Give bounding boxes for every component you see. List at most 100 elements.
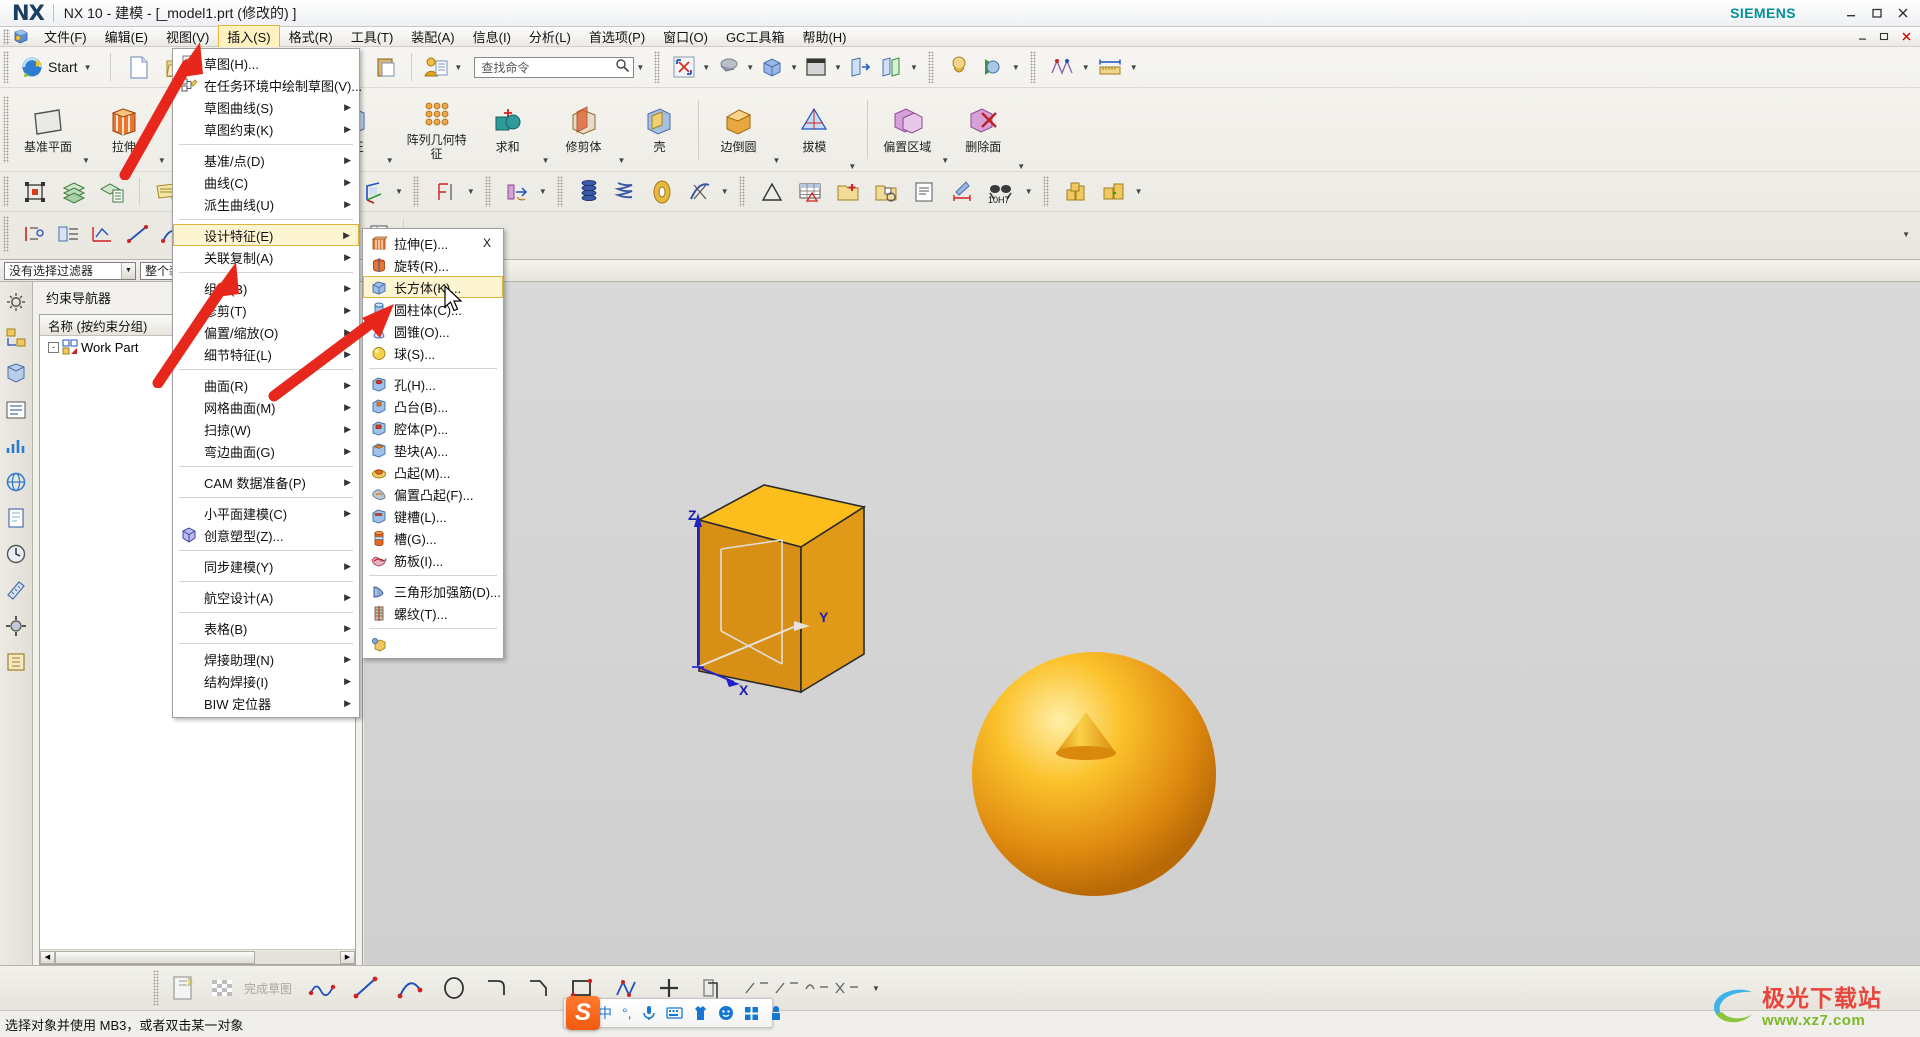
zoom-icon[interactable]	[712, 55, 744, 79]
menu-item-help[interactable]: 帮助(H)	[793, 25, 855, 48]
toolbar-grip[interactable]	[3, 175, 9, 208]
sketch-overflow-chevron-down-icon[interactable]: ▼	[872, 984, 880, 993]
menu-item-sketch[interactable]: 草图(H)...	[173, 52, 359, 74]
torus-icon[interactable]	[643, 179, 681, 205]
assembly-navigator-icon[interactable]	[4, 290, 28, 314]
find-chevron-down-icon[interactable]: ▼	[636, 63, 644, 72]
ribbon-button-edge-blend[interactable]: 边倒圆	[707, 103, 769, 157]
zoom-chevron-down-icon[interactable]: ▼	[746, 63, 754, 72]
fillet-tool-icon[interactable]	[478, 975, 516, 1001]
submenu-item-pad[interactable]: 垫块(A)...	[363, 439, 503, 461]
measure-chevron-down-icon[interactable]: ▼	[1130, 63, 1138, 72]
process-studio-icon[interactable]	[4, 614, 28, 638]
shaded-view-icon[interactable]	[756, 55, 788, 79]
new-file-icon[interactable]	[119, 55, 158, 80]
search-input[interactable]: 查找命令	[474, 56, 635, 78]
wcs-orient-icon[interactable]	[355, 180, 393, 204]
gdt-chevron-down-icon[interactable]: ▼	[467, 187, 475, 196]
ime-mode-label[interactable]: 中	[598, 1003, 612, 1023]
tools-icon[interactable]	[769, 1005, 783, 1021]
submenu-item-user-defined[interactable]	[363, 633, 503, 655]
offset-chevron-down-icon[interactable]: ▼	[941, 156, 949, 171]
menu-item-datum-point[interactable]: 基准/点(D) ▶	[173, 149, 359, 171]
menu-item-gctoolbox[interactable]: GC工具箱	[717, 25, 794, 48]
menubar-grip[interactable]	[3, 28, 10, 45]
ribbon-button-shell[interactable]: 壳	[628, 103, 690, 157]
toolbar-grip[interactable]	[654, 51, 661, 83]
apps-icon[interactable]	[744, 1006, 759, 1021]
submenu-item-block[interactable]: 长方体(K)...	[363, 276, 503, 298]
measure-distance-icon[interactable]	[1092, 55, 1128, 79]
close-icon[interactable]	[1890, 3, 1916, 23]
submenu-item-boss[interactable]: 凸台(B)...	[363, 395, 503, 417]
toolbar-grip[interactable]	[3, 51, 9, 83]
create-sketch-icon[interactable]	[166, 975, 202, 1001]
visual-effect-icon[interactable]	[976, 55, 1010, 79]
submenu-item-slot[interactable]: 键槽(L)...	[363, 505, 503, 527]
insert-dropdown-menu[interactable]: 草图(H)... 在任务环境中绘制草图(V)... 草图曲线(S) ▶ 草图约束…	[172, 48, 362, 718]
fit-chevron-down-icon[interactable]: ▼	[702, 63, 710, 72]
trim-chevron-down-icon[interactable]: ▼	[618, 156, 626, 171]
submenu-close-mark[interactable]: X	[483, 236, 491, 250]
submenu-item-emboss[interactable]: 凸起(M)...	[363, 461, 503, 483]
submenu-item-thread[interactable]: 螺纹(T)...	[363, 602, 503, 624]
layer-category-icon[interactable]	[93, 180, 131, 204]
submenu-item-groove[interactable]: 槽(G)...	[363, 527, 503, 549]
menu-item-weld-assistant[interactable]: 焊接助理(N) ▶	[173, 648, 359, 670]
add-view-icon[interactable]	[829, 180, 867, 204]
constraint-navigator-icon[interactable]	[4, 326, 28, 350]
minimize-icon[interactable]	[1838, 3, 1864, 23]
circle-tool-icon[interactable]	[434, 975, 474, 1001]
submenu-item-rib[interactable]: 筋板(I)...	[363, 549, 503, 571]
submenu-item-extrude[interactable]: 拉伸(E)... X	[363, 232, 503, 254]
submenu-item-offset-emboss[interactable]: 偏置凸起(F)...	[363, 483, 503, 505]
doc-close-icon[interactable]	[1895, 29, 1917, 45]
submenu-item-revolve[interactable]: 旋转(R)...	[363, 254, 503, 276]
part-navigator-icon[interactable]	[4, 362, 28, 386]
menu-item-structure-weld[interactable]: 结构焊接(I) ▶	[173, 670, 359, 692]
body-sphere[interactable]	[972, 652, 1216, 896]
toolbar-grip[interactable]	[738, 175, 745, 208]
assembly-chevron-down-icon[interactable]: ▼	[1135, 187, 1143, 196]
extrude-chevron-down-icon[interactable]: ▼	[158, 156, 166, 171]
scroll-track[interactable]	[55, 950, 340, 964]
wcs-dynamics-icon[interactable]	[17, 180, 55, 204]
search-icon[interactable]	[615, 58, 630, 76]
auto-dimension-icon[interactable]	[85, 223, 121, 245]
geometric-constraint-icon[interactable]	[17, 223, 51, 245]
spring-coil-icon[interactable]	[571, 179, 607, 205]
wcs-chevron-down-icon[interactable]: ▼	[395, 187, 403, 196]
menu-item-mesh-surface[interactable]: 网格曲面(M) ▶	[173, 396, 359, 418]
show-constraints-icon[interactable]	[51, 223, 85, 245]
design-feature-submenu[interactable]: 拉伸(E)... X 旋转(R)... 长方体(K)... 圆柱体(C)...	[362, 228, 504, 659]
emoji-icon[interactable]	[718, 1005, 734, 1021]
line-tool-icon[interactable]	[346, 975, 386, 1001]
toolbar-grip[interactable]	[153, 970, 159, 1006]
submenu-item-hole[interactable]: 孔(H)...	[363, 373, 503, 395]
assembly-constraints-icon[interactable]	[1095, 180, 1133, 204]
menu-item-aero-design[interactable]: 航空设计(A) ▶	[173, 586, 359, 608]
submenu-item-pocket[interactable]: 腔体(P)...	[363, 417, 503, 439]
ime-punctuation-label[interactable]: °,	[622, 1005, 632, 1021]
note-text-icon[interactable]	[905, 180, 943, 204]
menu-item-derived-curve[interactable]: 派生曲线(U) ▶	[173, 193, 359, 215]
viewport-scene[interactable]: Z Y X Z X	[364, 282, 1920, 965]
ribbon-button-trim-body[interactable]: 修剪体	[553, 103, 615, 157]
table-icon[interactable]	[791, 180, 829, 204]
toolbar-grip[interactable]	[484, 175, 491, 208]
menu-item-trim[interactable]: 修剪(T) ▶	[173, 299, 359, 321]
dimension-icon[interactable]	[943, 180, 981, 204]
tolerance-icon[interactable]: 10H7	[981, 180, 1023, 204]
user-role-chevron-down-icon[interactable]: ▼	[454, 63, 462, 72]
menu-item-analysis[interactable]: 分析(L)	[520, 25, 580, 48]
body-cube[interactable]	[692, 484, 867, 694]
ribbon-button-offset-region[interactable]: 偏置区域	[876, 103, 938, 157]
toolbar-grip[interactable]	[1042, 175, 1049, 208]
start-button[interactable]: Start ▼	[17, 55, 102, 79]
menu-item-assembly[interactable]: 装配(A)	[402, 25, 463, 48]
tolerance-chevron-down-icon[interactable]: ▼	[1025, 187, 1033, 196]
blend-chevron-down-icon[interactable]: ▼	[772, 156, 780, 171]
hd3d-tools-icon[interactable]	[4, 434, 28, 458]
menu-item-synchronous-modeling[interactable]: 同步建模(Y) ▶	[173, 555, 359, 577]
sogou-ime-logo[interactable]: S	[566, 996, 600, 1030]
